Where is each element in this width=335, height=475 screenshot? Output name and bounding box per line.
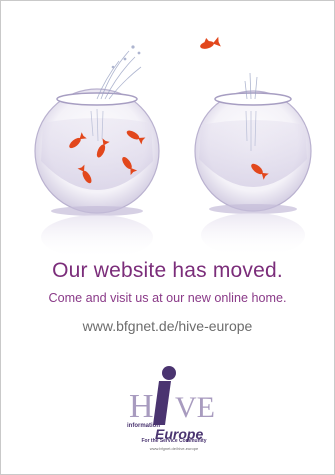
hive-europe-logo: H VE information Europe For the Service … xyxy=(119,355,229,463)
bowl-reflection xyxy=(41,215,153,259)
fishbowl-right-icon xyxy=(194,90,312,214)
headline: Our website has moved. xyxy=(52,259,283,282)
goldfish-icon xyxy=(200,36,221,49)
fishbowl-left-icon xyxy=(34,88,160,216)
svg-text:H: H xyxy=(129,388,154,425)
logo-tagline: For the Service Community xyxy=(141,438,207,444)
logo-url: www.bfgnet.de/hive-europe xyxy=(149,446,199,451)
bowl-reflection xyxy=(201,213,305,257)
fishbowl-scene xyxy=(34,36,312,259)
subline: Come and visit us at our new online home… xyxy=(48,291,287,305)
poster: Our website has moved. Come and visit us… xyxy=(0,0,335,475)
website-url[interactable]: www.bfgnet.de/hive-europe xyxy=(1,318,334,334)
svg-text:VE: VE xyxy=(175,391,215,424)
